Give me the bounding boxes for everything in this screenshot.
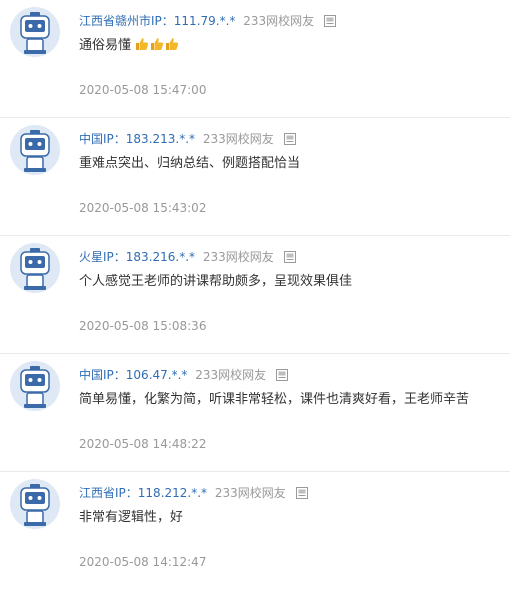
comment-content: 简单易懂，化繁为简，听课非常轻松，课件也清爽好看，王老师辛苦 bbox=[79, 391, 469, 409]
comment-meta: 火星IP：183.216.*.* 233网校网友 bbox=[79, 248, 296, 268]
comment-meta: 江西省赣州市IP：111.79.*.* 233网校网友 bbox=[79, 12, 336, 32]
thumbs-up-icon bbox=[135, 37, 149, 51]
comment-text: 通俗易懂 bbox=[79, 38, 132, 53]
profile-card-icon[interactable] bbox=[323, 14, 336, 32]
profile-card-icon[interactable] bbox=[275, 368, 288, 386]
comment-ip: IP：118.212.*.* bbox=[115, 486, 208, 500]
robot-avatar-icon[interactable] bbox=[10, 479, 60, 529]
comment-role: 233网校网友 bbox=[195, 368, 267, 382]
comment-text: 简单易懂，化繁为简，听课非常轻松，课件也清爽好看，王老师辛苦 bbox=[79, 392, 470, 407]
robot-avatar-icon[interactable] bbox=[10, 361, 60, 411]
comment-content: 个人感觉王老师的讲课帮助颇多，呈现效果俱佳 bbox=[79, 273, 352, 291]
robot-avatar-icon[interactable] bbox=[10, 125, 60, 175]
comment-content: 重难点突出、归纳总结、例题搭配恰当 bbox=[79, 155, 300, 173]
comment-location[interactable]: 江西省赣州市 bbox=[79, 14, 151, 28]
comment-ip: IP：111.79.*.* bbox=[151, 14, 236, 28]
comment-ip: IP：183.213.*.* bbox=[103, 132, 196, 146]
comment-content: 非常有逻辑性，好 bbox=[79, 509, 183, 527]
comment-meta: 中国IP：183.213.*.* 233网校网友 bbox=[79, 130, 296, 150]
comment-role: 233网校网友 bbox=[243, 14, 315, 28]
comment-location[interactable]: 中国 bbox=[79, 368, 103, 382]
comment-time: 2020-05-08 15:43:02 bbox=[79, 201, 207, 215]
comment-text: 非常有逻辑性，好 bbox=[79, 510, 184, 525]
comment-meta: 中国IP：106.47.*.* 233网校网友 bbox=[79, 366, 288, 386]
robot-avatar-icon[interactable] bbox=[10, 7, 60, 57]
profile-card-icon[interactable] bbox=[283, 132, 296, 150]
comment-location[interactable]: 江西省 bbox=[79, 486, 115, 500]
comment-list: 江西省赣州市IP：111.79.*.* 233网校网友 通俗易懂 2020-05… bbox=[0, 0, 510, 583]
comment-ip: IP：106.47.*.* bbox=[103, 368, 188, 382]
comment-role: 233网校网友 bbox=[214, 486, 286, 500]
comment-item: 中国IP：106.47.*.* 233网校网友 简单易懂，化繁为简，听课非常轻松… bbox=[0, 354, 510, 472]
comment-location[interactable]: 火星 bbox=[79, 250, 103, 264]
comment-location[interactable]: 中国 bbox=[79, 132, 103, 146]
robot-avatar-icon[interactable] bbox=[10, 243, 60, 293]
comment-time: 2020-05-08 15:47:00 bbox=[79, 83, 207, 97]
comment-ip: IP：183.216.*.* bbox=[103, 250, 196, 264]
profile-card-icon[interactable] bbox=[283, 250, 296, 268]
comment-item: 江西省IP：118.212.*.* 233网校网友 非常有逻辑性，好 2020-… bbox=[0, 472, 510, 590]
comment-time: 2020-05-08 14:12:47 bbox=[79, 555, 207, 569]
comment-time: 2020-05-08 14:48:22 bbox=[79, 437, 207, 451]
thumbs-up-icon bbox=[150, 37, 164, 51]
profile-card-icon[interactable] bbox=[295, 486, 308, 504]
comment-item: 江西省赣州市IP：111.79.*.* 233网校网友 通俗易懂 2020-05… bbox=[0, 0, 510, 118]
comment-text: 重难点突出、归纳总结、例题搭配恰当 bbox=[79, 156, 301, 171]
comment-role: 233网校网友 bbox=[202, 250, 274, 264]
comment-role: 233网校网友 bbox=[202, 132, 274, 146]
comment-item: 火星IP：183.216.*.* 233网校网友 个人感觉王老师的讲课帮助颇多，… bbox=[0, 236, 510, 354]
thumbs-up-icon bbox=[165, 37, 179, 51]
comment-content: 通俗易懂 bbox=[79, 37, 180, 55]
comment-item: 中国IP：183.213.*.* 233网校网友 重难点突出、归纳总结、例题搭配… bbox=[0, 118, 510, 236]
comment-meta: 江西省IP：118.212.*.* 233网校网友 bbox=[79, 484, 308, 504]
comment-text: 个人感觉王老师的讲课帮助颇多，呈现效果俱佳 bbox=[79, 274, 353, 289]
comment-time: 2020-05-08 15:08:36 bbox=[79, 319, 207, 333]
